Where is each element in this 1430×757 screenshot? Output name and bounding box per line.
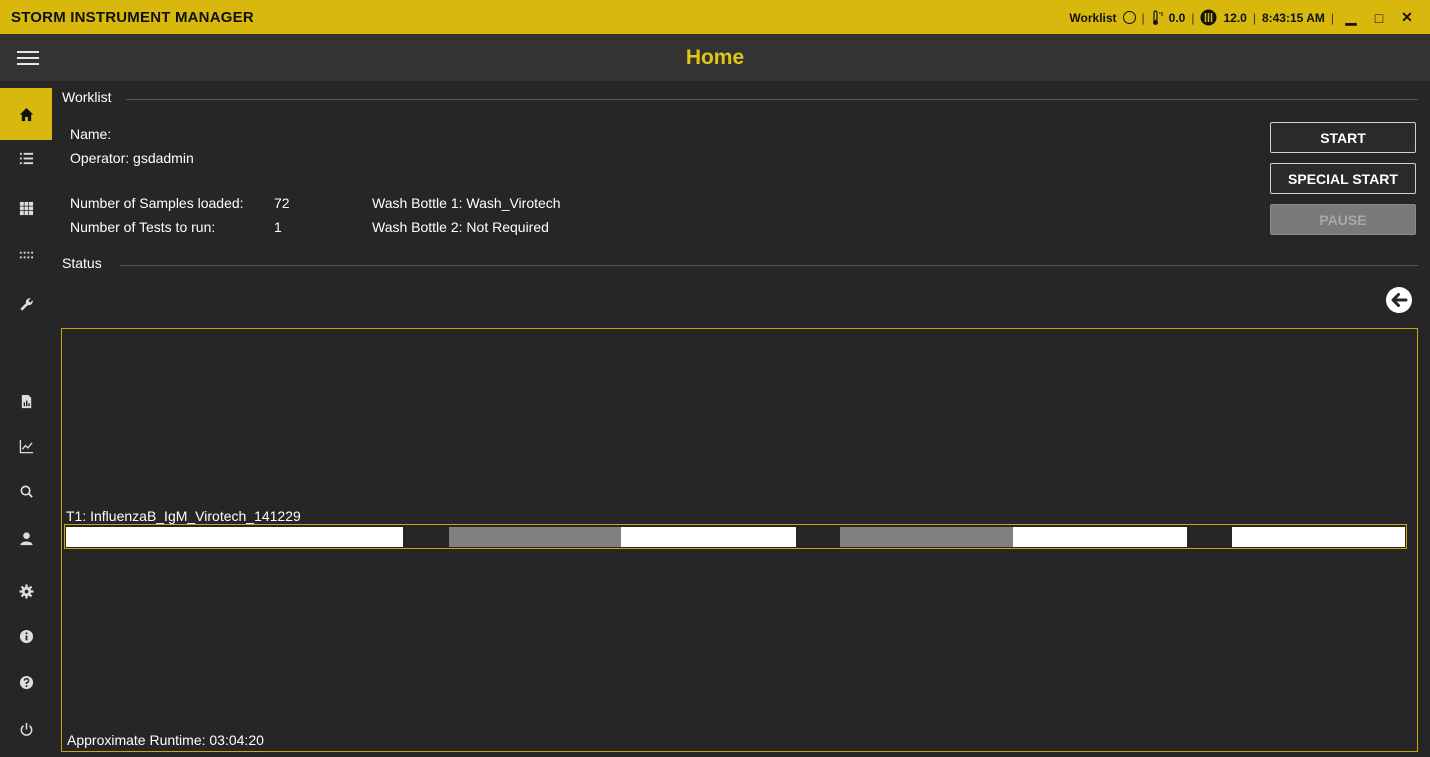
timeline-segment — [66, 527, 403, 547]
minimize-button[interactable]: ▁ — [1340, 9, 1362, 26]
user-icon — [19, 531, 33, 545]
svg-text:°C: °C — [1158, 12, 1163, 18]
name-row: Name: — [70, 126, 115, 142]
operator-label: Operator: — [70, 150, 130, 166]
info-icon — [19, 629, 33, 643]
thermometer-icon: °C — [1152, 9, 1163, 25]
page-title: Home — [685, 46, 745, 69]
name-label: Name: — [70, 126, 112, 142]
page-header: Home — [0, 34, 1430, 81]
timeline-segment — [449, 527, 621, 547]
tests-value: 1 — [274, 219, 282, 235]
wash-bottle-2-row: Wash Bottle 2: Not Required — [372, 219, 549, 235]
status-section-label: Status — [62, 255, 102, 271]
gear-icon — [18, 583, 34, 599]
power-icon — [20, 722, 32, 736]
tests-label: Number of Tests to run: — [70, 219, 216, 235]
maximize-button[interactable]: □ — [1368, 10, 1390, 26]
search-icon — [20, 485, 33, 498]
back-arrow-icon[interactable] — [1385, 286, 1413, 314]
dots-grid-icon — [19, 251, 33, 258]
special-start-button[interactable]: SPECIAL START — [1270, 163, 1416, 194]
pause-button[interactable]: PAUSE — [1270, 204, 1416, 235]
sidebar-item-info[interactable] — [0, 610, 52, 662]
home-icon — [19, 107, 33, 121]
title-bar-status: Worklist | °C 0.0 | 12.0 | 8:43:15 AM | … — [1069, 9, 1418, 26]
samples-label: Number of Samples loaded: — [70, 195, 244, 211]
wash-bottle-2-value: Not Required — [466, 219, 549, 235]
sidebar-item-plate[interactable] — [0, 182, 52, 234]
sidebar-item-search[interactable] — [0, 465, 52, 517]
timeline-segment — [840, 527, 1013, 547]
report-icon — [21, 394, 31, 408]
timeline-segment — [1013, 527, 1187, 547]
heater-value: 12.0 — [1223, 10, 1247, 25]
sidebar-item-layout[interactable] — [0, 229, 52, 281]
clock: 8:43:15 AM — [1261, 10, 1325, 25]
approximate-runtime: Approximate Runtime: 03:04:20 — [67, 732, 264, 748]
operator-row: Operator: gsdadmin — [70, 150, 194, 166]
timeline-segment — [1232, 527, 1405, 547]
start-button[interactable]: START — [1270, 122, 1416, 153]
status-divider — [120, 265, 1418, 266]
worklist-divider — [126, 99, 1418, 100]
wash-bottle-1-value: Wash_Virotech — [466, 195, 561, 211]
wash-bottle-1-label: Wash Bottle 1: — [372, 195, 463, 211]
wash-bottle-1-row: Wash Bottle 1: Wash_Virotech — [372, 195, 561, 211]
temperature-value: 0.0 — [1168, 10, 1186, 25]
wrench-icon — [19, 297, 33, 311]
wash-bottle-2-label: Wash Bottle 2: — [372, 219, 463, 235]
samples-value: 72 — [274, 195, 290, 211]
close-button[interactable]: ✕ — [1396, 9, 1418, 26]
title-bar: STORM INSTRUMENT MANAGER Worklist | °C 0… — [0, 0, 1430, 34]
operator-value: gsdadmin — [133, 150, 194, 166]
worklist-status-label: Worklist — [1069, 10, 1117, 25]
sidebar-item-power[interactable] — [0, 703, 52, 755]
sidebar-item-users[interactable] — [0, 512, 52, 564]
list-icon — [19, 152, 33, 164]
heater-icon — [1200, 9, 1217, 26]
help-icon — [19, 675, 33, 689]
sidebar-item-help[interactable] — [0, 656, 52, 708]
worklist-status-icon — [1122, 11, 1136, 24]
sidebar-item-worklist[interactable] — [0, 132, 52, 184]
worklist-section-label: Worklist — [62, 89, 112, 105]
chart-icon — [19, 439, 33, 453]
timeline-segment — [621, 527, 796, 547]
sidebar-item-maintenance[interactable] — [0, 278, 52, 330]
test-label: T1: InfluenzaB_IgM_Virotech_141229 — [66, 508, 301, 524]
plate-grid-icon — [19, 201, 33, 215]
app-title: STORM INSTRUMENT MANAGER — [11, 9, 254, 26]
